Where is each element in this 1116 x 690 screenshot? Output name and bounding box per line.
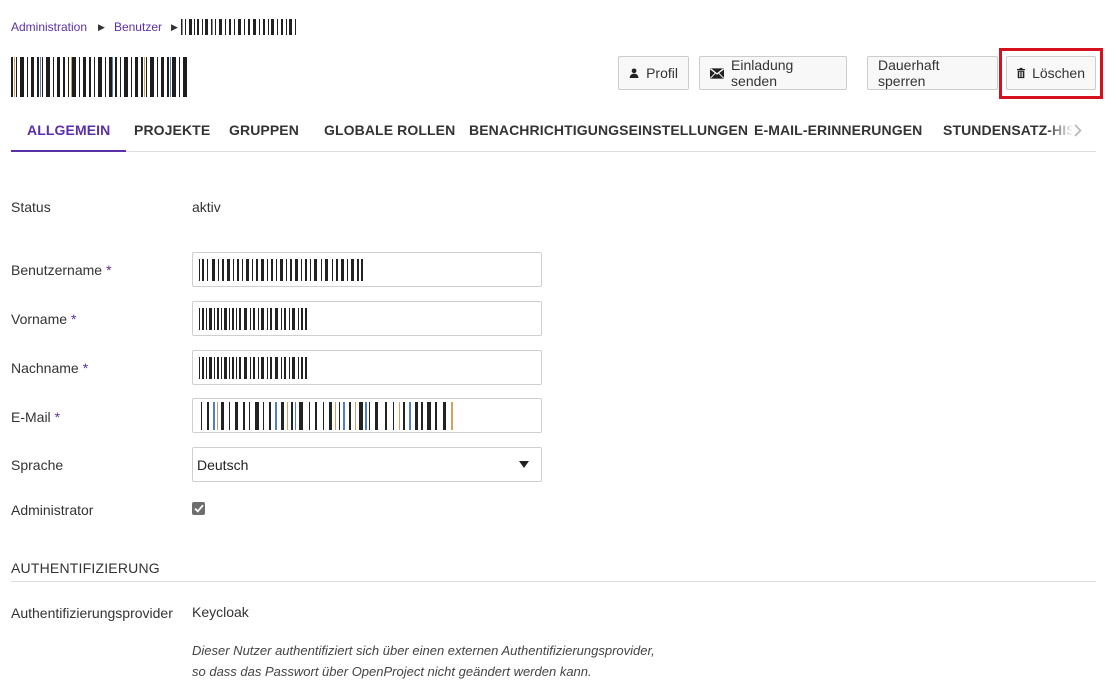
breadcrumb: Administration ▶ Benutzer ▶ [11,17,301,37]
toolbar: Profil Einladung senden Dauerhaft sperre… [0,56,1116,90]
authentication-section-title: AUTHENTIFIZIERUNG [11,560,1096,582]
breadcrumb-separator: ▶ [98,21,105,32]
username-label-text: Benutzername [11,262,103,278]
auth-provider-note: Dieser Nutzer authentifiziert sich über … [192,640,655,682]
firstname-field[interactable] [192,301,542,336]
auth-provider-label: Authentifizierungsprovider [11,605,173,621]
status-value: aktiv [192,199,221,215]
auth-note-line-2: so dass das Passwort über OpenProject ni… [192,664,592,679]
lastname-value-redacted [199,356,307,379]
tab-general[interactable]: ALLGEMEIN [11,110,127,152]
breadcrumb-current-user-redacted [180,19,296,35]
chevron-right-icon [1074,123,1082,137]
username-field[interactable] [192,252,542,287]
profile-button-label: Profil [646,65,678,81]
administrator-checkbox[interactable] [192,502,205,515]
tab-bar: ALLGEMEIN PROJEKTE GRUPPEN GLOBALE ROLLE… [11,110,1096,152]
tab-projects[interactable]: PROJEKTE [134,110,210,151]
firstname-label: Vorname * [11,311,77,327]
language-label: Sprache [11,457,64,473]
envelope-icon [710,67,725,79]
firstname-value-redacted [199,307,307,330]
user-icon [629,68,639,79]
lock-permanently-button-label: Dauerhaft sperren [878,57,940,89]
required-marker: * [106,262,112,278]
username-label: Benutzername * [11,262,112,278]
lastname-label-text: Nachname [11,360,79,376]
tab-groups[interactable]: GRUPPEN [229,110,299,151]
auth-provider-value: Keycloak [192,604,249,620]
lastname-label: Nachname * [11,360,88,376]
lock-permanently-button[interactable]: Dauerhaft sperren [867,56,998,90]
firstname-label-text: Vorname [11,311,68,327]
tab-notification-settings[interactable]: BENACHRICHTIGUNGSEINSTELLUNGEN [469,110,748,151]
send-invitation-button-label: Einladung senden [731,57,794,89]
auth-note-line-1: Dieser Nutzer authentifiziert sich über … [192,643,655,658]
lastname-field[interactable] [192,350,542,385]
required-marker: * [82,360,89,376]
check-icon [193,504,204,513]
required-marker: * [54,409,61,425]
email-value-redacted [201,401,453,430]
language-select-value: Deutsch [197,456,249,473]
tabs-scroll-right[interactable] [1068,116,1088,144]
required-marker: * [71,311,77,327]
tab-global-roles[interactable]: GLOBALE ROLLEN [324,110,455,151]
language-select[interactable]: Deutsch [192,447,542,482]
status-label: Status [11,199,51,215]
tab-email-reminders[interactable]: E-MAIL-ERINNERUNGEN [754,110,922,151]
breadcrumb-administration[interactable]: Administration [11,20,87,34]
breadcrumb-users[interactable]: Benutzer [114,20,162,34]
email-label: E-Mail * [11,409,60,425]
delete-button-highlight [999,48,1103,99]
email-label-text: E-Mail [11,409,51,425]
breadcrumb-separator: ▶ [170,21,178,32]
send-invitation-button[interactable]: Einladung senden [699,56,847,90]
profile-button[interactable]: Profil [618,56,689,90]
administrator-label: Administrator [11,502,94,518]
username-value-redacted [199,258,363,281]
email-field[interactable] [192,398,542,433]
dropdown-caret-icon [519,461,529,468]
